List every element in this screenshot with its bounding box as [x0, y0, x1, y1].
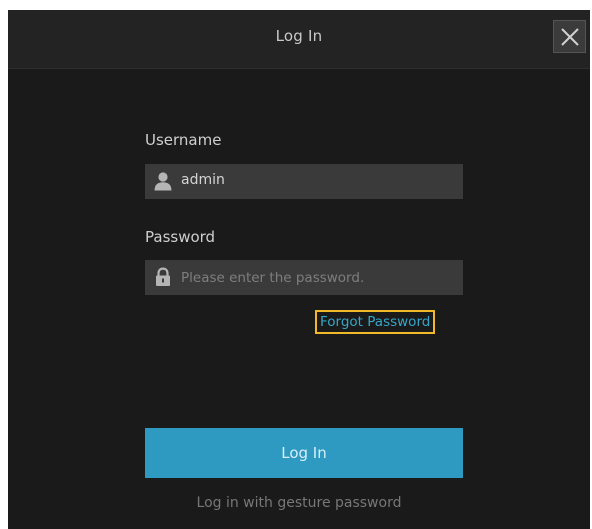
dialog-titlebar: Log In: [8, 10, 590, 69]
gesture-login-link[interactable]: Log in with gesture password: [8, 495, 590, 511]
username-label: Username: [145, 131, 222, 149]
password-label: Password: [145, 228, 216, 246]
username-field[interactable]: admin: [145, 164, 463, 199]
close-button[interactable]: [553, 20, 586, 53]
user-icon: [154, 172, 172, 191]
forgot-password-link[interactable]: Forgot Password: [315, 310, 436, 334]
username-value: admin: [181, 172, 225, 188]
login-dialog: Log In Username admin Password Forgot Pa…: [8, 10, 590, 529]
lock-icon: [156, 267, 170, 286]
dialog-title: Log In: [275, 27, 323, 45]
login-button[interactable]: Log In: [145, 428, 463, 478]
password-input[interactable]: [181, 260, 451, 295]
close-icon: [561, 28, 579, 46]
password-field[interactable]: [145, 260, 463, 295]
